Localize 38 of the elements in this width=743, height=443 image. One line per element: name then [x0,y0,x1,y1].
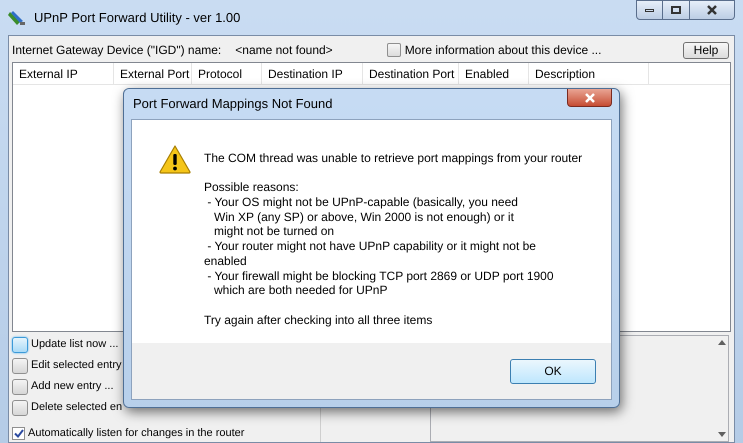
maximize-button[interactable] [663,0,690,20]
info-checkbox[interactable] [386,43,401,57]
message-line: - Your OS might not be UPnP-capable (basically, you need [206,195,519,210]
checkbox-label[interactable]: Automatically listen for changes in the router [28,425,244,442]
scroll-down-icon[interactable] [718,432,726,437]
ok-button[interactable]: OK [510,358,596,384]
close-button[interactable] [567,89,612,107]
igd-label: Internet Gateway Device ("IGD") name: [12,42,222,59]
checkbox[interactable] [12,427,25,440]
dialog-title: Port Forward Mappings Not Found [133,95,332,114]
close-icon [584,92,596,102]
igd-value: <name not found> [235,42,333,59]
message-line: Possible reasons: [204,180,300,196]
button-label[interactable]: Delete selected en [31,399,122,416]
help-button[interactable]: Help [683,42,729,58]
close-icon [706,5,718,15]
square-button[interactable] [12,336,28,352]
message-line: Win XP (any SP) or above, Win 2000 is not enough) or it [213,210,515,224]
button-label[interactable]: Update list now ... [31,336,118,353]
message-line: - Your firewall might be blocking TCP port 2869 or UDP port 1900 [206,268,555,284]
button-label[interactable]: Add new entry ... [31,378,114,395]
app-icon [8,8,26,26]
minimize-button[interactable] [636,0,663,20]
message-line: Try again after checking into all three items [204,312,434,328]
message-line: might not be turned on [213,224,336,240]
message-line: enabled [204,254,248,268]
square-button[interactable] [12,378,28,394]
info-checkbox-label[interactable]: More information about this device ... [404,41,602,59]
window-title: UPnP Port Forward Utility - ver 1.00 [34,8,240,27]
message-line: which are both needed for UPnP [213,283,388,298]
message-line: The COM thread was unable to retrieve port mappings from your router [204,151,582,166]
square-button[interactable] [12,400,28,416]
warning-icon [159,145,191,174]
scroll-up-icon[interactable] [718,340,726,345]
close-button[interactable] [690,0,735,20]
button-label[interactable]: Edit selected entry [31,357,122,374]
message-line: - Your router might not have UPnP capability or it might not be [206,239,537,254]
square-button[interactable] [12,358,28,374]
